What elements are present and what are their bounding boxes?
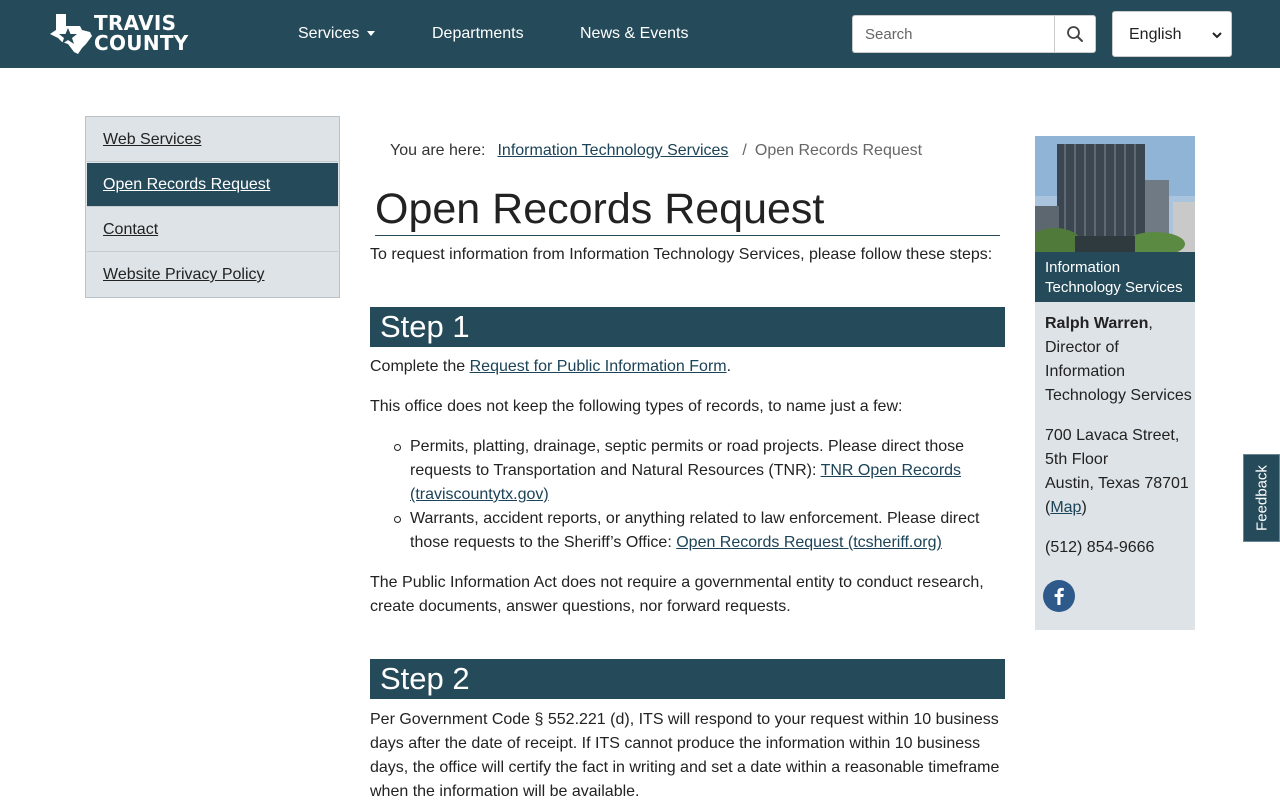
nav-services-label: Services	[298, 25, 360, 42]
step-1-instruction: Complete the Request for Public Informat…	[370, 355, 1005, 379]
feedback-tab[interactable]: Feedback	[1243, 454, 1280, 542]
logo-line-2: COUNTY	[94, 31, 189, 55]
map-link-line: (Map)	[1045, 496, 1193, 520]
director-comma: ,	[1148, 315, 1153, 332]
search-button[interactable]	[1054, 15, 1096, 53]
director-block: Ralph Warren, Director of Information Te…	[1045, 312, 1193, 408]
nav-news-events[interactable]: News & Events	[580, 24, 688, 44]
address-line-1: 700 Lavaca Street,	[1045, 427, 1180, 444]
public-information-act-text: The Public Information Act does not requ…	[370, 574, 984, 615]
records-list: Permits, platting, drainage, septic perm…	[370, 435, 1010, 555]
public-information-form-link[interactable]: Request for Public Information Form	[470, 358, 727, 375]
phone-number: (512) 854-9666	[1045, 539, 1155, 556]
list-item: Warrants, accident reports, or anything …	[370, 507, 1010, 555]
section-nav-label: Website Privacy Policy	[103, 266, 265, 283]
breadcrumb-current: Open Records Request	[754, 142, 923, 159]
list-item: Permits, platting, drainage, septic perm…	[370, 435, 1010, 507]
search-input[interactable]	[852, 15, 1054, 53]
address-line-2: 5th Floor	[1045, 451, 1109, 468]
step-1-prefix: Complete the	[370, 358, 470, 375]
department-building-photo	[1035, 136, 1195, 252]
logo-wordmark: TRAVIS COUNTY	[94, 13, 189, 53]
department-caption: Information Technology Services	[1035, 252, 1195, 302]
director-title: Director of Information Technology Servi…	[1045, 339, 1192, 404]
department-contact-card: Information Technology Services Ralph Wa…	[1035, 136, 1195, 630]
search-icon	[1067, 26, 1083, 42]
section-nav: Web Services Open Records Request Contac…	[85, 116, 340, 298]
breadcrumb-prefix: You are here:	[390, 142, 486, 159]
logo-line-1: TRAVIS	[94, 11, 177, 35]
intro-text: To request information from Information …	[370, 246, 993, 263]
breadcrumb-link-its[interactable]: Information Technology Services	[497, 142, 728, 159]
caret-down-icon	[367, 31, 376, 37]
feedback-label: Feedback	[1253, 465, 1270, 531]
site-header: TRAVIS COUNTY Services Departments News …	[0, 0, 1280, 68]
page-title: Open Records Request	[375, 183, 1000, 236]
step-1-suffix: .	[726, 358, 732, 375]
facebook-icon	[1054, 587, 1064, 605]
step-1-heading: Step 1	[370, 307, 1005, 347]
texas-star-icon	[50, 14, 92, 54]
map-paren-close: )	[1081, 499, 1087, 516]
facebook-button[interactable]	[1043, 580, 1075, 612]
section-nav-label: Contact	[103, 221, 159, 238]
section-nav-contact[interactable]: Contact	[87, 208, 338, 252]
nav-departments[interactable]: Departments	[432, 24, 524, 44]
breadcrumb: You are here: Information Technology Serv…	[390, 141, 922, 161]
map-link[interactable]: Map	[1050, 499, 1081, 516]
address-line-3: Austin, Texas 78701	[1045, 475, 1189, 492]
records-not-kept-text: This office does not keep the following …	[370, 398, 903, 415]
chevron-down-icon	[1212, 32, 1222, 39]
section-nav-label: Open Records Request	[103, 176, 271, 193]
section-nav-website-privacy-policy[interactable]: Website Privacy Policy	[87, 253, 338, 297]
section-nav-web-services[interactable]: Web Services	[87, 118, 338, 162]
nav-services[interactable]: Services	[298, 24, 376, 44]
breadcrumb-separator: /	[742, 142, 747, 159]
step-2-heading: Step 2	[370, 659, 1005, 699]
language-select[interactable]: English	[1112, 11, 1232, 57]
step-2-text: Per Government Code § 552.221 (d), ITS w…	[370, 711, 1000, 800]
sheriff-open-records-link[interactable]: Open Records Request (tcsheriff.org)	[676, 534, 942, 551]
language-select-value: English	[1129, 26, 1182, 43]
director-name: Ralph Warren	[1045, 315, 1149, 332]
section-nav-open-records-request[interactable]: Open Records Request	[87, 163, 338, 207]
travis-county-logo[interactable]: TRAVIS COUNTY	[46, 12, 189, 56]
address-block: 700 Lavaca Street, 5th Floor Austin, Tex…	[1045, 424, 1193, 520]
section-nav-label: Web Services	[103, 131, 202, 148]
